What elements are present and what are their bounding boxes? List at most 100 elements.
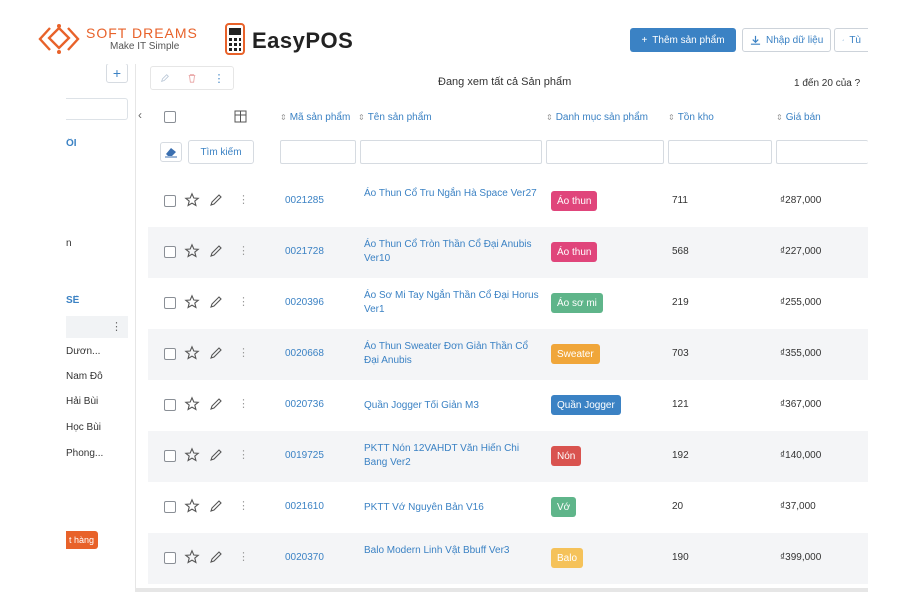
header-product-name[interactable]: ⇕ Tên sản phẩm bbox=[358, 100, 432, 134]
category-tag: Áo sơ mi bbox=[551, 293, 603, 313]
table-row[interactable]: ⋮ 0020370 Balo Modern Linh Vật Bbuff Ver3 B… bbox=[148, 533, 868, 584]
collapse-sidebar-icon[interactable]: ‹ bbox=[138, 108, 142, 122]
filter-category-input[interactable] bbox=[546, 140, 664, 164]
row-checkbox[interactable] bbox=[164, 195, 176, 207]
product-name[interactable]: Quần Jogger Tối Giản M3 bbox=[364, 399, 542, 413]
eraser-icon bbox=[165, 148, 177, 158]
sort-icon[interactable]: ⇕ bbox=[776, 113, 783, 122]
star-icon[interactable] bbox=[184, 396, 200, 412]
row-menu-icon[interactable]: ⋮ bbox=[238, 448, 254, 464]
product-code[interactable]: 0021285 bbox=[285, 195, 324, 206]
product-name[interactable]: Áo Thun Cổ Tru Ngắn Hà Space Ver27 bbox=[364, 187, 542, 201]
edit-icon[interactable] bbox=[208, 498, 224, 514]
row-checkbox[interactable] bbox=[164, 552, 176, 564]
product-code[interactable]: 0021728 bbox=[285, 246, 324, 257]
table-row[interactable]: ⋮ 0021728 Áo Thun Cổ Tròn Thần Cổ Đại Anub… bbox=[148, 227, 868, 278]
header-label: Tên sản phẩm bbox=[367, 111, 432, 123]
product-code[interactable]: 0019725 bbox=[285, 450, 324, 461]
table-row[interactable]: ⋮ 0021610 PKTT Vớ Nguyên Bản V16 Vớ 20 ₫37,00… bbox=[148, 482, 868, 533]
pagination-info: 1 đến 20 của ? bbox=[794, 78, 861, 89]
star-icon[interactable] bbox=[184, 549, 200, 565]
table-row[interactable]: ⋮ 0020396 Áo Sơ Mi Tay Ngắn Thần Cổ Đại Ho… bbox=[148, 278, 868, 329]
edit-icon[interactable] bbox=[208, 294, 224, 310]
row-checkbox[interactable] bbox=[164, 399, 176, 411]
star-icon[interactable] bbox=[184, 498, 200, 514]
sidebar-add-button[interactable]: + bbox=[106, 63, 128, 83]
stock-value: 703 bbox=[672, 348, 689, 359]
product-code[interactable]: 0021610 bbox=[285, 501, 324, 512]
clear-filter-button[interactable] bbox=[160, 142, 182, 162]
delete-icon[interactable] bbox=[187, 73, 197, 83]
sidebar-person[interactable]: Nam Đỗ bbox=[66, 371, 103, 382]
sidebar-person[interactable]: Dươn... bbox=[66, 346, 100, 357]
star-icon[interactable] bbox=[184, 345, 200, 361]
more-button[interactable]: Tù bbox=[834, 28, 868, 52]
sidebar-item[interactable]: n bbox=[66, 238, 72, 249]
kebab-icon[interactable]: ⋮ bbox=[111, 320, 122, 333]
edit-icon[interactable] bbox=[160, 73, 170, 83]
row-menu-icon[interactable]: ⋮ bbox=[238, 346, 254, 362]
row-checkbox[interactable] bbox=[164, 501, 176, 513]
row-menu-icon[interactable]: ⋮ bbox=[238, 550, 254, 566]
import-data-button[interactable]: Nhập dữ liệu bbox=[742, 28, 832, 52]
product-code[interactable]: 0020370 bbox=[285, 552, 324, 563]
star-icon[interactable] bbox=[184, 447, 200, 463]
table-row[interactable]: ⋮ 0020668 Áo Thun Sweater Đơn Giản Thần Cổ… bbox=[148, 329, 868, 380]
product-name[interactable]: Áo Thun Sweater Đơn Giản Thần Cổ Đại Anu… bbox=[364, 340, 542, 368]
row-checkbox[interactable] bbox=[164, 246, 176, 258]
filter-code-input[interactable] bbox=[280, 140, 356, 164]
order-badge[interactable]: t hàng bbox=[66, 531, 98, 549]
product-code[interactable]: 0020736 bbox=[285, 399, 324, 410]
star-icon[interactable] bbox=[184, 294, 200, 310]
product-name[interactable]: PKTT Nón 12VAHDT Văn Hiến Chi Bang Ver2 bbox=[364, 442, 542, 470]
edit-icon[interactable] bbox=[208, 243, 224, 259]
filter-name-input[interactable] bbox=[360, 140, 542, 164]
filter-price-input[interactable] bbox=[776, 140, 868, 164]
row-menu-icon[interactable]: ⋮ bbox=[238, 244, 254, 260]
easypos-title: EasyPOS bbox=[252, 28, 354, 53]
header-price[interactable]: ⇕ Giá bán bbox=[776, 100, 821, 134]
more-label: Tù bbox=[849, 34, 861, 46]
row-checkbox[interactable] bbox=[164, 297, 176, 309]
row-checkbox[interactable] bbox=[164, 450, 176, 462]
row-checkbox[interactable] bbox=[164, 348, 176, 360]
sort-icon[interactable]: ⇕ bbox=[358, 113, 365, 122]
star-icon[interactable] bbox=[184, 192, 200, 208]
star-icon[interactable] bbox=[184, 243, 200, 259]
row-menu-icon[interactable]: ⋮ bbox=[238, 499, 254, 515]
header-product-code[interactable]: ⇕ Mã sản phẩm bbox=[280, 100, 350, 134]
sidebar-person[interactable]: Học Bùi bbox=[66, 422, 101, 433]
edit-icon[interactable] bbox=[208, 447, 224, 463]
product-name[interactable]: Áo Thun Cổ Tròn Thần Cổ Đại Anubis Ver10 bbox=[364, 238, 542, 266]
add-product-button[interactable]: + Thêm sản phẩm bbox=[630, 28, 736, 52]
row-menu-icon[interactable]: ⋮ bbox=[238, 295, 254, 311]
header-category[interactable]: ⇕ Danh mục sản phẩm bbox=[546, 100, 648, 134]
edit-icon[interactable] bbox=[208, 549, 224, 565]
sidebar-selected-row[interactable]: ⋮ bbox=[66, 316, 128, 338]
select-all-checkbox[interactable] bbox=[164, 111, 176, 123]
sidebar-person[interactable]: Phong... bbox=[66, 448, 103, 459]
header-stock[interactable]: ⇕ Tồn kho bbox=[668, 100, 714, 134]
sort-icon[interactable]: ⇕ bbox=[546, 113, 553, 122]
product-name[interactable]: Áo Sơ Mi Tay Ngắn Thần Cổ Đại Horus Ver1 bbox=[364, 289, 542, 317]
edit-icon[interactable] bbox=[208, 396, 224, 412]
sort-icon[interactable]: ⇕ bbox=[280, 113, 287, 122]
product-name[interactable]: Balo Modern Linh Vật Bbuff Ver3 bbox=[364, 544, 542, 558]
table-row[interactable]: ⋮ 0019725 PKTT Nón 12VAHDT Văn Hiến Chi Ba… bbox=[148, 431, 868, 482]
edit-icon[interactable] bbox=[208, 345, 224, 361]
row-menu-icon[interactable]: ⋮ bbox=[238, 397, 254, 413]
columns-icon[interactable] bbox=[234, 110, 247, 123]
more-actions-icon[interactable]: ⋮ bbox=[214, 72, 225, 85]
product-code[interactable]: 0020668 bbox=[285, 348, 324, 359]
table-row[interactable]: ⋮ 0020736 Quần Jogger Tối Giản M3 Quần Jogg… bbox=[148, 380, 868, 431]
row-menu-icon[interactable]: ⋮ bbox=[238, 193, 254, 209]
product-name[interactable]: PKTT Vớ Nguyên Bản V16 bbox=[364, 501, 542, 515]
search-button[interactable]: Tìm kiếm bbox=[188, 140, 254, 164]
table-row[interactable]: ⋮ 0021285 Áo Thun Cổ Tru Ngắn Hà Space Ver… bbox=[148, 176, 868, 227]
sort-icon[interactable]: ⇕ bbox=[668, 113, 675, 122]
filter-stock-input[interactable] bbox=[668, 140, 772, 164]
sidebar-search-input[interactable] bbox=[66, 98, 128, 120]
sidebar-person[interactable]: Hải Bùi bbox=[66, 396, 98, 407]
product-code[interactable]: 0020396 bbox=[285, 297, 324, 308]
edit-icon[interactable] bbox=[208, 192, 224, 208]
